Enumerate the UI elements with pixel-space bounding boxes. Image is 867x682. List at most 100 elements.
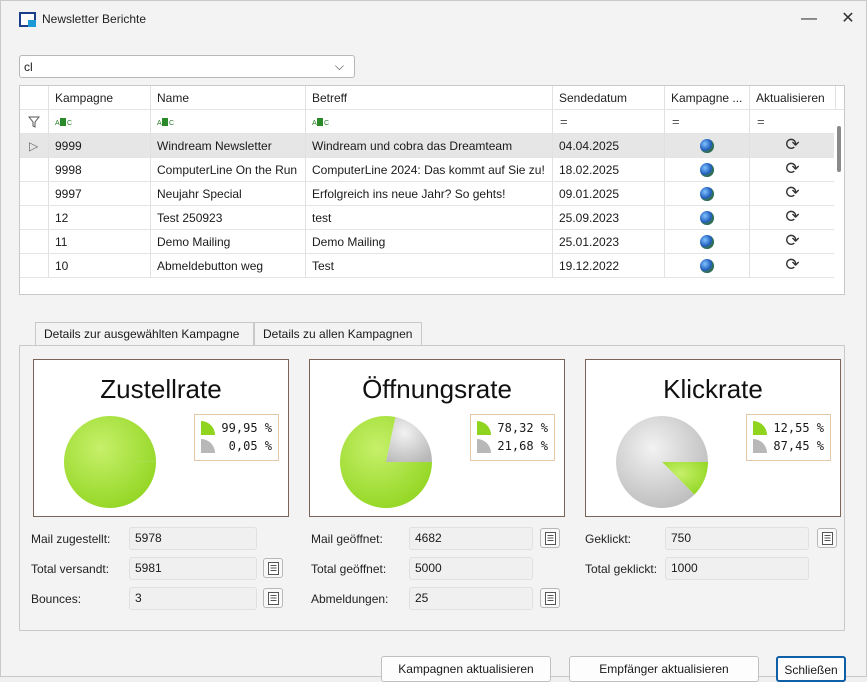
cell-sendedatum: 04.04.2025 — [553, 134, 665, 158]
cell-aktualisieren[interactable]: ⟳ — [750, 158, 836, 182]
refresh-icon[interactable]: ⟳ — [785, 183, 799, 203]
header-sendedatum[interactable]: Sendedatum — [553, 86, 665, 110]
header-kampagne[interactable]: Kampagne — [49, 86, 151, 110]
close-window-button[interactable]: ✕ — [833, 7, 863, 31]
gray-swatch-icon — [753, 439, 767, 453]
campaign-filter-combo[interactable]: cl ⌵ — [19, 55, 355, 78]
globe-icon[interactable] — [700, 163, 714, 177]
cell-kampagne-link[interactable] — [665, 206, 750, 230]
cell-betreff: Test — [306, 254, 553, 278]
table-row[interactable]: 9998ComputerLine On the RunComputerLine … — [20, 158, 845, 182]
document-icon — [545, 592, 556, 605]
label-abmeldungen: Abmeldungen: — [311, 592, 388, 606]
header-kampagne-link[interactable]: Kampagne ... — [665, 86, 750, 110]
legend-item: 12,55 % — [751, 419, 826, 437]
cell-kampagne: 9999 — [49, 134, 151, 158]
cell-name: Test 250923 — [151, 206, 306, 230]
oeffnungsrate-pie-chart — [338, 414, 434, 510]
versandt-details-button[interactable] — [263, 558, 283, 578]
header-aktualisieren[interactable]: Aktualisieren — [750, 86, 836, 110]
chart-legend: 78,32 % 21,68 % — [470, 414, 555, 461]
cell-kampagne-link[interactable] — [665, 230, 750, 254]
oeffnungsrate-card: Öffnungsrate 78,32 % 21,68 % — [309, 359, 565, 517]
filter-icon[interactable] — [20, 110, 49, 134]
scrollbar-thumb[interactable] — [837, 126, 841, 172]
table-row[interactable]: ▷9999Windream NewsletterWindream und cob… — [20, 134, 845, 158]
geklickt-details-button[interactable] — [817, 528, 837, 548]
geoeffnet-details-button[interactable] — [540, 528, 560, 548]
text-filter-icon: AC — [312, 117, 330, 127]
legend-value: 21,68 % — [497, 439, 548, 453]
row-indicator — [20, 206, 49, 230]
label-mail-geoeffnet: Mail geöffnet: — [311, 532, 383, 546]
cell-aktualisieren[interactable]: ⟳ — [750, 134, 836, 158]
filter-betreff[interactable]: AC — [306, 110, 553, 134]
document-icon — [822, 532, 833, 545]
legend-item: 87,45 % — [751, 437, 826, 455]
table-row[interactable]: 11Demo MailingDemo Mailing25.01.2023⟳ — [20, 230, 845, 254]
kampagnen-aktualisieren-button[interactable]: Kampagnen aktualisieren — [381, 656, 551, 682]
minimize-button[interactable]: — — [794, 7, 824, 31]
refresh-icon[interactable]: ⟳ — [785, 207, 799, 227]
refresh-icon[interactable]: ⟳ — [785, 135, 799, 155]
document-icon — [545, 532, 556, 545]
cell-kampagne-link[interactable] — [665, 158, 750, 182]
header-name[interactable]: Name — [151, 86, 306, 110]
globe-icon[interactable] — [700, 139, 714, 153]
label-total-geklickt: Total geklickt: — [585, 562, 657, 576]
refresh-icon[interactable]: ⟳ — [785, 231, 799, 251]
cell-betreff: test — [306, 206, 553, 230]
svg-text:C: C — [67, 120, 72, 127]
grid-header-row: Kampagne Name Betreff Sendedatum Kampagn… — [20, 86, 845, 110]
filter-kampagne[interactable]: AC — [49, 110, 151, 134]
pie-slice-positive — [64, 416, 156, 508]
table-row[interactable]: 10Abmeldebutton wegTest19.12.2022⟳ — [20, 254, 845, 278]
cell-aktualisieren[interactable]: ⟳ — [750, 254, 836, 278]
zustellrate-card: Zustellrate 99,95 % 0,05 % — [33, 359, 289, 517]
cell-kampagne: 12 — [49, 206, 151, 230]
refresh-icon[interactable]: ⟳ — [785, 159, 799, 179]
cell-betreff: ComputerLine 2024: Das kommt auf Sie zu! — [306, 158, 553, 182]
globe-icon[interactable] — [700, 259, 714, 273]
tab-alle-kampagnen[interactable]: Details zu allen Kampagnen — [254, 322, 422, 346]
globe-icon[interactable] — [700, 211, 714, 225]
cell-aktualisieren[interactable]: ⟳ — [750, 206, 836, 230]
globe-icon[interactable] — [700, 187, 714, 201]
filter-kampagne-link[interactable]: = — [665, 110, 750, 134]
svg-text:A: A — [312, 120, 317, 127]
globe-icon[interactable] — [700, 235, 714, 249]
cell-kampagne: 11 — [49, 230, 151, 254]
cell-sendedatum: 19.12.2022 — [553, 254, 665, 278]
label-total-geoeffnet: Total geöffnet: — [311, 562, 386, 576]
value-bounces: 3 — [129, 587, 257, 610]
grid-scrollbar[interactable] — [834, 110, 844, 294]
gray-swatch-icon — [201, 439, 215, 453]
label-bounces: Bounces: — [31, 592, 81, 606]
cell-betreff: Demo Mailing — [306, 230, 553, 254]
filter-aktualisieren[interactable]: = — [750, 110, 836, 134]
bounces-details-button[interactable] — [263, 588, 283, 608]
filter-sendedatum[interactable]: = — [553, 110, 665, 134]
cell-aktualisieren[interactable]: ⟳ — [750, 182, 836, 206]
cell-kampagne-link[interactable] — [665, 134, 750, 158]
empfaenger-aktualisieren-button[interactable]: Empfänger aktualisieren — [569, 656, 759, 682]
header-betreff[interactable]: Betreff — [306, 86, 553, 110]
row-indicator — [20, 182, 49, 206]
cell-aktualisieren[interactable]: ⟳ — [750, 230, 836, 254]
table-row[interactable]: 9997Neujahr SpecialErfolgreich ins neue … — [20, 182, 845, 206]
tab-ausgewaehlte-kampagne[interactable]: Details zur ausgewählten Kampagne — [35, 322, 254, 346]
klickrate-card: Klickrate 12,55 % 87,45 % — [585, 359, 841, 517]
refresh-icon[interactable]: ⟳ — [785, 255, 799, 275]
schliessen-button[interactable]: Schließen — [776, 656, 846, 682]
cell-kampagne-link[interactable] — [665, 182, 750, 206]
chevron-down-icon[interactable]: ⌵ — [335, 59, 344, 74]
cell-betreff: Erfolgreich ins neue Jahr? So gehts! — [306, 182, 553, 206]
legend-value: 78,32 % — [497, 421, 548, 435]
table-row[interactable]: 12Test 250923test25.09.2023⟳ — [20, 206, 845, 230]
filter-name[interactable]: AC — [151, 110, 306, 134]
details-panel: Zustellrate 99,95 % 0,05 % Öffnungsrate … — [19, 345, 845, 631]
abmeldungen-details-button[interactable] — [540, 588, 560, 608]
card-title: Klickrate — [586, 374, 840, 405]
cell-kampagne-link[interactable] — [665, 254, 750, 278]
green-swatch-icon — [201, 421, 215, 435]
